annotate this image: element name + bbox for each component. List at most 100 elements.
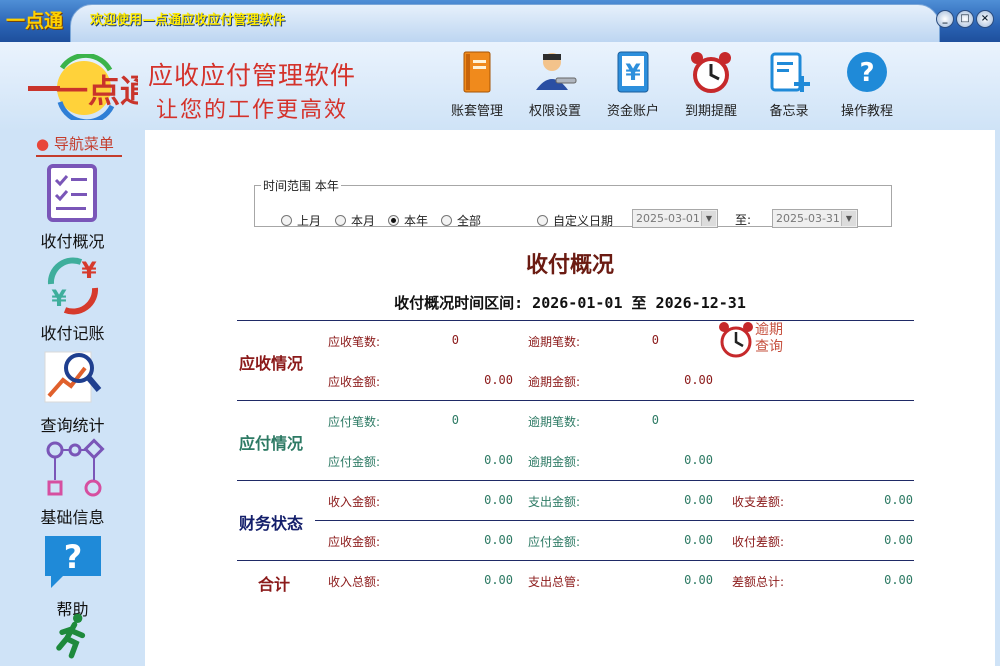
- radio-this-year-label: 本年: [404, 214, 429, 228]
- brand-slogan-1: 应收应付管理软件: [148, 61, 357, 90]
- right-border: [995, 130, 1000, 666]
- toolbar-memo-button[interactable]: 备忘录: [750, 50, 828, 119]
- period-text: 收付概况时间区间: 2026-01-01 至 2026-12-31: [394, 294, 746, 312]
- toolbar: 账套管理 权限设置 ¥ 资金账户 到期提醒 备忘录 ? 操作教程: [438, 50, 906, 119]
- receivable-overdue-count-value: 0: [651, 333, 659, 347]
- start-date-picker[interactable]: 2025-03-01 ▼: [632, 209, 718, 228]
- finance-diff-value: 0.00: [884, 493, 913, 507]
- radio-last-month-label: 上月: [297, 214, 322, 228]
- minimize-button[interactable]: _: [936, 10, 954, 28]
- radio-custom-date-label: 自定义日期: [553, 214, 614, 228]
- sidebar-item-basic-info-label: 基础信息: [40, 508, 105, 527]
- payable-heading: 应付情况: [239, 434, 304, 453]
- flow-diagram-icon: [46, 438, 105, 497]
- toolbar-tutorial-button[interactable]: ? 操作教程: [828, 50, 906, 119]
- svg-text:?: ?: [859, 58, 874, 88]
- svg-text:?: ?: [63, 538, 82, 576]
- svg-text:¥: ¥: [51, 287, 67, 312]
- time-range-legend: 时间范围 本年: [263, 179, 339, 193]
- sidebar-item-overview-label: 收付概况: [40, 232, 105, 251]
- finance-rp-diff-label: 收付差额:: [732, 535, 785, 549]
- sidebar-item-query[interactable]: 查询统计: [0, 346, 145, 436]
- total-income-value: 0.00: [484, 573, 513, 587]
- total-heading: 合计: [258, 575, 291, 594]
- window-controls: _ □ ×: [936, 10, 994, 28]
- brand-logo: 一点通: [28, 54, 138, 120]
- yuan-exchange-icon: ¥ ¥: [47, 257, 98, 315]
- toolbar-permission-label: 权限设置: [528, 104, 581, 119]
- sidebar-item-overview[interactable]: 收付概况: [0, 162, 145, 252]
- radio-this-month[interactable]: 本月: [335, 212, 375, 229]
- window-title: 欢迎使用—点通应收应付管理软件: [90, 13, 286, 28]
- close-button[interactable]: ×: [976, 10, 994, 28]
- start-date-value: 2025-03-01: [636, 212, 700, 225]
- toolbar-account-button[interactable]: ¥ 资金账户: [594, 50, 672, 119]
- sidebar: ● 导航菜单 收付概况 ¥ ¥ 收付记账 查询统计 基础信息 ? 帮助: [0, 130, 145, 666]
- date-to-label: 至:: [735, 213, 752, 227]
- sidebar-item-bookkeeping[interactable]: ¥ ¥ 收付记账: [0, 254, 145, 344]
- main-panel: 时间范围 本年 上月 本月 本年 全部 自定义日期 2025-03-01 ▼ 至…: [145, 130, 995, 666]
- overdue-query-line1: 逾期: [755, 322, 783, 338]
- nav-menu-label: 导航菜单: [53, 135, 114, 153]
- time-range-group: 时间范围 本年 上月 本月 本年 全部 自定义日期 2025-03-01 ▼ 至…: [254, 177, 892, 229]
- radio-last-month-dot: [281, 215, 292, 226]
- yuan-account-icon: ¥: [617, 51, 649, 93]
- receivable-amount-label: 应收金额:: [328, 375, 381, 389]
- radio-last-month[interactable]: 上月: [281, 212, 321, 229]
- divider: [237, 400, 914, 401]
- sidebar-item-exit[interactable]: [0, 612, 145, 662]
- sidebar-item-help[interactable]: ? 帮助: [0, 530, 145, 620]
- divider: [315, 520, 914, 521]
- memo-add-icon: [770, 52, 810, 92]
- toolbar-account-label: 资金账户: [606, 104, 659, 119]
- end-date-picker[interactable]: 2025-03-31 ▼: [772, 209, 858, 228]
- toolbar-permission-button[interactable]: 权限设置: [516, 50, 594, 119]
- radio-this-year-dot: [388, 215, 399, 226]
- payable-overdue-amount-value: 0.00: [684, 453, 713, 467]
- app-logo-small: 一点通: [6, 10, 64, 32]
- help-bubble-icon: ?: [44, 536, 101, 588]
- header: 一点通 应收应付管理软件 让您的工作更高效 账套管理 权限设置 ¥ 资金账户 到…: [0, 42, 1000, 130]
- finance-diff-label: 收支差额:: [732, 495, 785, 509]
- overdue-query-line2: 查询: [755, 339, 783, 355]
- page-title: 收付概况: [525, 253, 614, 278]
- alarm-clock-icon: [691, 52, 731, 93]
- overdue-query-link[interactable]: 逾期 查询: [755, 322, 795, 356]
- finance-expense-label: 支出金额:: [528, 495, 581, 509]
- brand-slogan-2: 让您的工作更高效: [156, 98, 349, 123]
- finance-income-label: 收入金额:: [328, 495, 381, 509]
- receivable-overdue-count-label: 逾期笔数:: [528, 335, 581, 349]
- maximize-button[interactable]: □: [956, 10, 974, 28]
- user-key-icon: [536, 53, 577, 90]
- radio-custom-date[interactable]: 自定义日期: [537, 212, 613, 229]
- radio-this-year[interactable]: 本年: [388, 212, 428, 229]
- checklist-icon: [46, 164, 97, 222]
- radio-all-dot: [441, 215, 452, 226]
- toolbar-ledger-button[interactable]: 账套管理: [438, 50, 516, 119]
- radio-custom-date-dot: [537, 215, 548, 226]
- toolbar-ledger-label: 账套管理: [450, 104, 503, 119]
- finance-payable-value: 0.00: [684, 533, 713, 547]
- receivable-overdue-amount-value: 0.00: [684, 373, 713, 387]
- chevron-down-icon[interactable]: ▼: [701, 211, 716, 226]
- title-bar: 一点通 欢迎使用—点通应收应付管理软件 _ □ ×: [0, 0, 1000, 42]
- payable-count-value: 0: [451, 413, 459, 427]
- receivable-count-value: 0: [451, 333, 459, 347]
- toolbar-reminder-label: 到期提醒: [684, 104, 737, 119]
- receivable-amount-value: 0.00: [484, 373, 513, 387]
- sidebar-item-basic-info[interactable]: 基础信息: [0, 438, 145, 528]
- radio-all-label: 全部: [457, 214, 482, 228]
- receivable-count-label: 应收笔数:: [328, 335, 381, 349]
- payable-amount-label: 应付金额:: [328, 455, 381, 469]
- svg-text:¥: ¥: [625, 61, 641, 86]
- total-diff-value: 0.00: [884, 573, 913, 587]
- alarm-clock-icon[interactable]: [717, 320, 755, 360]
- divider: [237, 560, 914, 561]
- chevron-down-icon[interactable]: ▼: [841, 211, 856, 226]
- toolbar-memo-label: 备忘录: [769, 104, 809, 119]
- brand-logo-text: 一点通: [56, 72, 138, 110]
- divider: [237, 480, 914, 481]
- radio-all[interactable]: 全部: [441, 212, 481, 229]
- toolbar-reminder-button[interactable]: 到期提醒: [672, 50, 750, 119]
- sidebar-item-bookkeeping-label: 收付记账: [40, 324, 105, 343]
